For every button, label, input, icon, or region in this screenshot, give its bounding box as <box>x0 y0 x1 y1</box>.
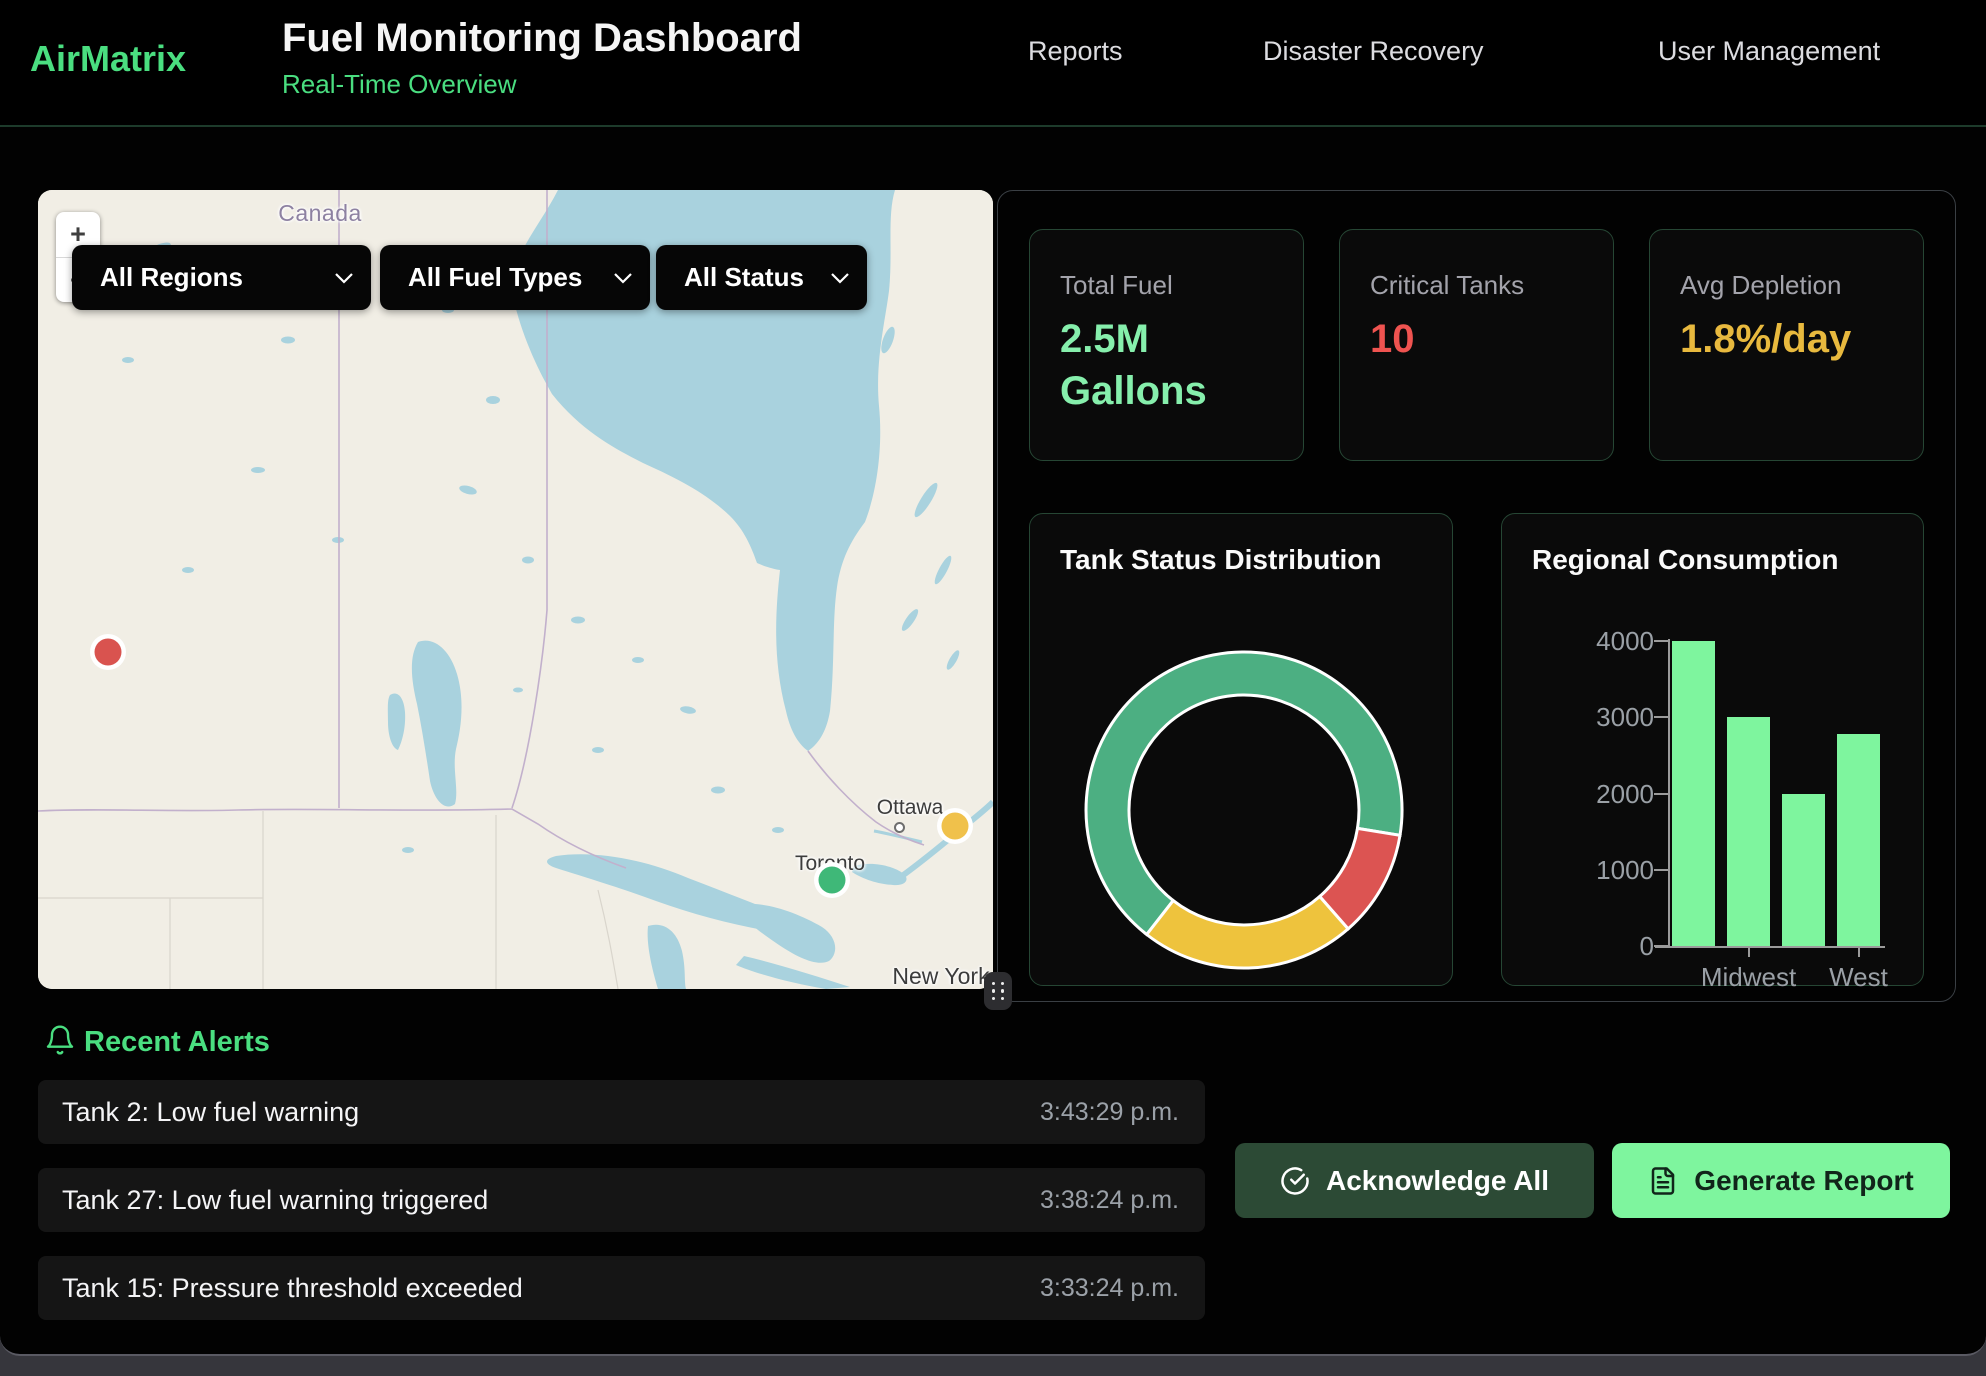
page-subtitle: Real-Time Overview <box>282 69 802 100</box>
y-axis-label: 2000 <box>1588 779 1654 810</box>
stat-card-critical-tanks: Critical Tanks 10 <box>1339 229 1614 461</box>
stat-value: 2.5M Gallons <box>1060 313 1274 417</box>
fuel-type-filter-value: All Fuel Types <box>408 262 582 293</box>
page-title: Fuel Monitoring Dashboard <box>282 16 802 61</box>
regional-consumption-bar-chart: 01000200030004000MidwestWest <box>1502 514 1925 987</box>
y-axis-line <box>1668 639 1670 948</box>
nav-user-management[interactable]: User Management <box>1658 36 1880 67</box>
alert-timestamp: 3:33:24 p.m. <box>1040 1274 1179 1303</box>
y-axis-tick <box>1654 716 1668 718</box>
map-city-label-new-york: New York <box>881 963 993 989</box>
brand-logo: AirMatrix <box>30 38 186 80</box>
x-axis-line <box>1655 946 1885 948</box>
chart-title: Tank Status Distribution <box>1060 544 1382 576</box>
region-filter-value: All Regions <box>100 262 243 293</box>
stat-value: 1.8%/​day <box>1680 313 1894 365</box>
consumption-bar <box>1837 734 1880 946</box>
stat-label: Avg Depletion <box>1680 270 1893 301</box>
status-filter-dropdown[interactable]: All Status <box>656 245 867 310</box>
alert-message: Tank 2: Low fuel warning <box>62 1097 359 1128</box>
y-axis-tick <box>1654 640 1668 642</box>
dashboard-screen: AirMatrix Fuel Monitoring Dashboard Real… <box>0 0 1986 1376</box>
tank-marker-critical[interactable] <box>95 639 122 666</box>
x-axis-tick <box>1858 948 1860 957</box>
alert-timestamp: 3:43:29 p.m. <box>1040 1098 1179 1127</box>
map-country-label: Canada <box>268 200 372 227</box>
consumption-bar <box>1782 794 1825 947</box>
y-axis-tick <box>1654 945 1668 947</box>
y-axis-tick <box>1654 869 1668 871</box>
y-axis-label: 0 <box>1588 931 1654 962</box>
y-axis-label: 4000 <box>1588 626 1654 657</box>
alert-row[interactable]: Tank 15: Pressure threshold exceeded 3:3… <box>38 1256 1205 1320</box>
donut-slice-warning <box>1147 897 1348 969</box>
region-filter-dropdown[interactable]: All Regions <box>72 245 371 310</box>
overview-panel: Total Fuel 2.5M Gallons Critical Tanks 1… <box>997 190 1956 1002</box>
x-axis-tick <box>1748 948 1750 957</box>
alerts-heading: Recent Alerts <box>84 1026 270 1059</box>
regional-consumption-card: Regional Consumption 01000200030004000Mi… <box>1501 513 1924 986</box>
generate-report-button[interactable]: Generate Report <box>1612 1143 1950 1218</box>
bell-icon <box>44 1024 76 1056</box>
check-circle-icon <box>1280 1166 1310 1196</box>
status-filter-value: All Status <box>684 262 804 293</box>
stat-card-avg-depletion: Avg Depletion 1.8%/​day <box>1649 229 1924 461</box>
fuel-map[interactable]: Canada Ottawa Toronto New York + − All R… <box>38 190 993 989</box>
acknowledge-all-button[interactable]: Acknowledge All <box>1235 1143 1594 1218</box>
x-axis-label: West <box>1789 962 1929 993</box>
alert-message: Tank 27: Low fuel warning triggered <box>62 1185 488 1216</box>
acknowledge-all-label: Acknowledge All <box>1326 1165 1549 1197</box>
y-axis-label: 3000 <box>1588 702 1654 733</box>
chevron-down-icon <box>335 273 353 284</box>
nav-reports[interactable]: Reports <box>1028 36 1123 67</box>
generate-report-label: Generate Report <box>1694 1165 1913 1197</box>
tank-status-distribution-card: Tank Status Distribution <box>1029 513 1453 986</box>
consumption-bar <box>1672 641 1715 946</box>
alert-row[interactable]: Tank 2: Low fuel warning 3:43:29 p.m. <box>38 1080 1205 1144</box>
alert-row[interactable]: Tank 27: Low fuel warning triggered 3:38… <box>38 1168 1205 1232</box>
tank-marker-warning[interactable] <box>942 813 969 840</box>
chevron-down-icon <box>614 273 632 284</box>
tank-marker-normal[interactable] <box>819 867 846 894</box>
stat-label: Critical Tanks <box>1370 270 1583 301</box>
consumption-bar <box>1727 717 1770 946</box>
ottawa-town-dot <box>894 822 905 833</box>
y-axis-tick <box>1654 793 1668 795</box>
stat-label: Total Fuel <box>1060 270 1273 301</box>
stat-card-total-fuel: Total Fuel 2.5M Gallons <box>1029 229 1304 461</box>
resize-grip-icon[interactable] <box>984 972 1012 1010</box>
title-block: Fuel Monitoring Dashboard Real-Time Over… <box>282 16 802 100</box>
alert-message: Tank 15: Pressure threshold exceeded <box>62 1273 523 1304</box>
y-axis-label: 1000 <box>1588 855 1654 886</box>
nav-disaster-recovery[interactable]: Disaster Recovery <box>1263 36 1484 67</box>
chevron-down-icon <box>831 273 849 284</box>
alert-timestamp: 3:38:24 p.m. <box>1040 1186 1179 1215</box>
stat-value: 10 <box>1370 313 1584 365</box>
file-text-icon <box>1648 1166 1678 1196</box>
tank-status-donut-chart <box>1076 642 1412 978</box>
fuel-type-filter-dropdown[interactable]: All Fuel Types <box>380 245 650 310</box>
app-window: AirMatrix Fuel Monitoring Dashboard Real… <box>0 0 1986 1356</box>
header: AirMatrix Fuel Monitoring Dashboard Real… <box>0 0 1986 127</box>
